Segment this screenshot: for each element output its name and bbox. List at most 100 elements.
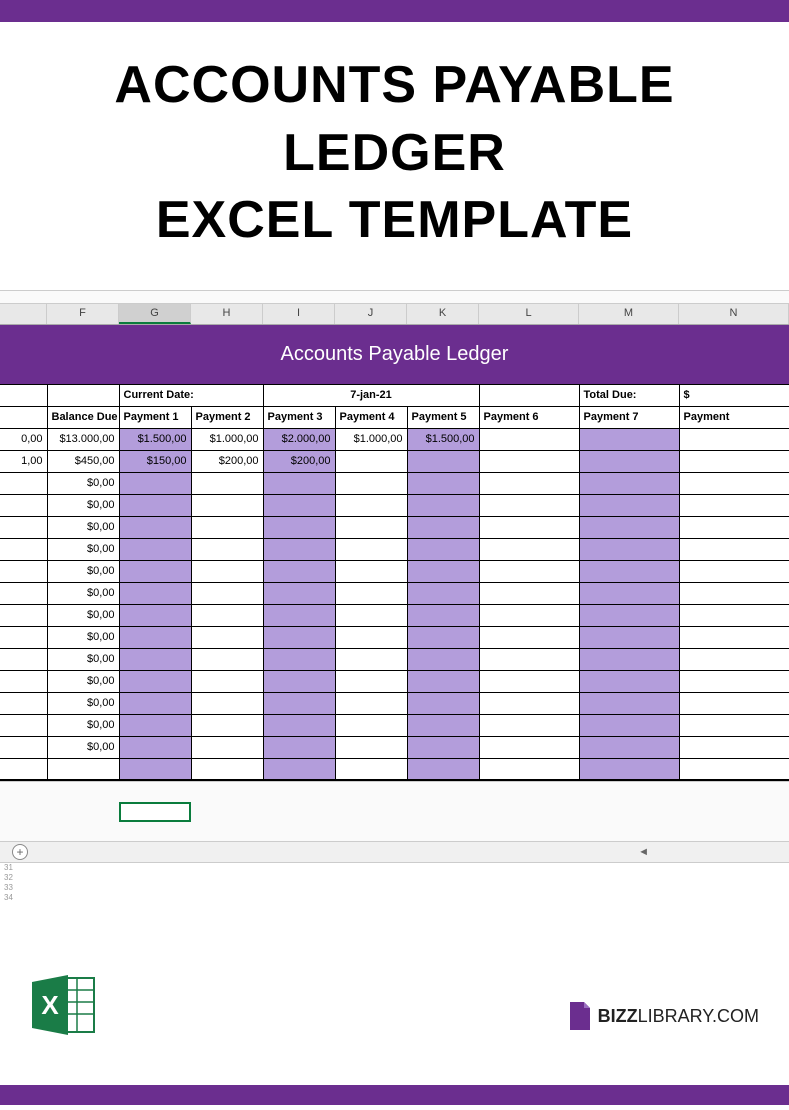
cell[interactable]	[679, 648, 789, 670]
cell[interactable]	[407, 494, 479, 516]
cell[interactable]	[679, 516, 789, 538]
cell[interactable]: $0,00	[47, 516, 119, 538]
cell[interactable]	[407, 560, 479, 582]
cell[interactable]	[335, 736, 407, 758]
cell[interactable]: $1.500,00	[119, 428, 191, 450]
column-header-row[interactable]: F G H I J K L M N	[0, 304, 789, 325]
cell[interactable]: $13.000,00	[47, 428, 119, 450]
cell[interactable]	[407, 670, 479, 692]
cell[interactable]	[263, 626, 335, 648]
col-header-g[interactable]: G	[119, 304, 191, 324]
cell[interactable]: $150,00	[119, 450, 191, 472]
table-row[interactable]: $0,00	[0, 714, 789, 736]
cell[interactable]	[407, 714, 479, 736]
cell[interactable]: $0,00	[47, 560, 119, 582]
cell[interactable]	[679, 472, 789, 494]
col-header-j[interactable]: J	[335, 304, 407, 324]
cell[interactable]	[579, 736, 679, 758]
table-row[interactable]: $0,00	[0, 472, 789, 494]
cell[interactable]	[479, 714, 579, 736]
cell[interactable]	[119, 736, 191, 758]
cell[interactable]	[479, 494, 579, 516]
cell[interactable]	[263, 494, 335, 516]
cell[interactable]	[479, 736, 579, 758]
cell[interactable]	[335, 494, 407, 516]
sheet-area-below[interactable]	[0, 781, 789, 841]
cell[interactable]	[335, 560, 407, 582]
cell[interactable]	[679, 692, 789, 714]
add-sheet-button[interactable]: +	[12, 844, 28, 860]
cell[interactable]	[335, 714, 407, 736]
cell[interactable]	[263, 472, 335, 494]
cell[interactable]	[479, 472, 579, 494]
cell[interactable]	[579, 560, 679, 582]
cell[interactable]	[407, 626, 479, 648]
cell[interactable]: $0,00	[47, 538, 119, 560]
cell[interactable]	[479, 604, 579, 626]
cell[interactable]	[335, 670, 407, 692]
table-row[interactable]: $0,00	[0, 604, 789, 626]
cell[interactable]	[407, 450, 479, 472]
cell[interactable]	[119, 582, 191, 604]
cell[interactable]	[479, 626, 579, 648]
cell[interactable]	[579, 626, 679, 648]
cell[interactable]	[335, 472, 407, 494]
table-row[interactable]: $0,00	[0, 670, 789, 692]
cell[interactable]	[119, 560, 191, 582]
cell[interactable]	[119, 538, 191, 560]
cell[interactable]: 0,00	[0, 428, 47, 450]
cell[interactable]	[479, 516, 579, 538]
cell[interactable]	[263, 714, 335, 736]
cell[interactable]	[335, 538, 407, 560]
cell[interactable]	[263, 516, 335, 538]
cell[interactable]	[191, 494, 263, 516]
cell[interactable]	[679, 450, 789, 472]
table-row[interactable]: 0,00 $13.000,00 $1.500,00 $1.000,00 $2.0…	[0, 428, 789, 450]
cell[interactable]	[119, 692, 191, 714]
cell[interactable]	[191, 648, 263, 670]
cell[interactable]	[119, 626, 191, 648]
cell[interactable]	[407, 516, 479, 538]
col-header-i[interactable]: I	[263, 304, 335, 324]
table-row[interactable]: $0,00	[0, 648, 789, 670]
cell[interactable]	[679, 714, 789, 736]
col-header-h[interactable]: H	[191, 304, 263, 324]
cell[interactable]	[263, 670, 335, 692]
cell[interactable]	[191, 516, 263, 538]
cell[interactable]: $200,00	[263, 450, 335, 472]
cell[interactable]	[479, 538, 579, 560]
cell[interactable]	[335, 648, 407, 670]
ledger-table[interactable]: Current Date: 7-jan-21 Total Due: $ Bala…	[0, 384, 789, 782]
cell[interactable]: $0,00	[47, 648, 119, 670]
cell[interactable]	[119, 714, 191, 736]
table-row[interactable]: $0,00	[0, 692, 789, 714]
cell[interactable]	[335, 692, 407, 714]
cell[interactable]	[263, 648, 335, 670]
cell[interactable]	[579, 604, 679, 626]
cell[interactable]	[335, 582, 407, 604]
col-header-k[interactable]: K	[407, 304, 479, 324]
cell[interactable]	[191, 560, 263, 582]
cell[interactable]	[679, 560, 789, 582]
cell[interactable]	[191, 626, 263, 648]
cell[interactable]	[119, 670, 191, 692]
cell[interactable]: $1.000,00	[335, 428, 407, 450]
cell[interactable]	[407, 582, 479, 604]
table-row[interactable]: 1,00 $450,00 $150,00 $200,00 $200,00	[0, 450, 789, 472]
cell[interactable]: $0,00	[47, 582, 119, 604]
cell[interactable]	[579, 582, 679, 604]
cell[interactable]	[263, 736, 335, 758]
cell[interactable]	[579, 670, 679, 692]
cell[interactable]: 1,00	[0, 450, 47, 472]
cell[interactable]	[579, 538, 679, 560]
cell[interactable]: $0,00	[47, 494, 119, 516]
cell[interactable]	[479, 648, 579, 670]
cell[interactable]	[679, 582, 789, 604]
cell[interactable]	[263, 582, 335, 604]
cell[interactable]	[191, 472, 263, 494]
cell[interactable]	[335, 450, 407, 472]
cell[interactable]	[479, 670, 579, 692]
cell[interactable]	[479, 428, 579, 450]
cell[interactable]: $0,00	[47, 714, 119, 736]
cell[interactable]	[479, 450, 579, 472]
